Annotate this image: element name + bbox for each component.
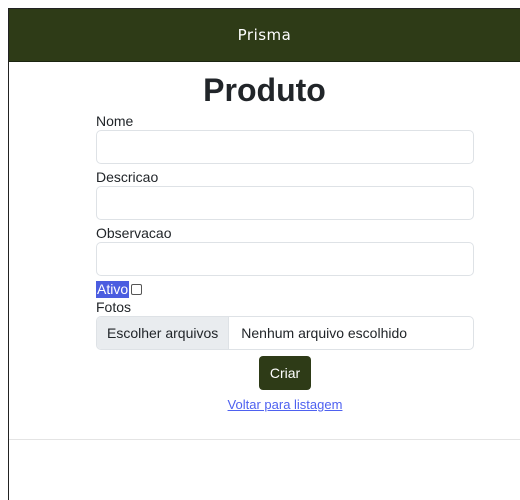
fotos-label: Fotos bbox=[96, 299, 132, 315]
criar-button[interactable]: Criar bbox=[258, 356, 312, 390]
brand-link[interactable]: Prisma bbox=[238, 26, 292, 44]
descricao-label: Descricao bbox=[96, 169, 159, 185]
navbar: Prisma bbox=[9, 9, 520, 62]
descricao-input[interactable] bbox=[96, 186, 474, 220]
product-form: Nome Descricao Observacao Ativo Fotos Es… bbox=[96, 112, 474, 414]
footer-divider bbox=[9, 439, 520, 440]
back-to-list-link[interactable]: Voltar para listagem bbox=[228, 397, 343, 412]
ativo-label: Ativo bbox=[96, 280, 130, 298]
fotos-file-input[interactable]: Escolher arquivos Nenhum arquivo escolhi… bbox=[96, 316, 474, 350]
observacao-label: Observacao bbox=[96, 225, 172, 241]
choose-files-button[interactable]: Escolher arquivos bbox=[97, 317, 230, 349]
observacao-input[interactable] bbox=[96, 242, 474, 276]
page-frame: Prisma Produto Nome Descricao Observacao… bbox=[8, 8, 520, 500]
nome-label: Nome bbox=[96, 113, 134, 129]
nome-input[interactable] bbox=[96, 130, 474, 164]
ativo-row: Ativo bbox=[96, 280, 474, 298]
page-title: Produto bbox=[203, 72, 326, 108]
file-status-text: Nenhum arquivo escolhido bbox=[241, 325, 408, 341]
ativo-checkbox[interactable] bbox=[131, 283, 143, 295]
